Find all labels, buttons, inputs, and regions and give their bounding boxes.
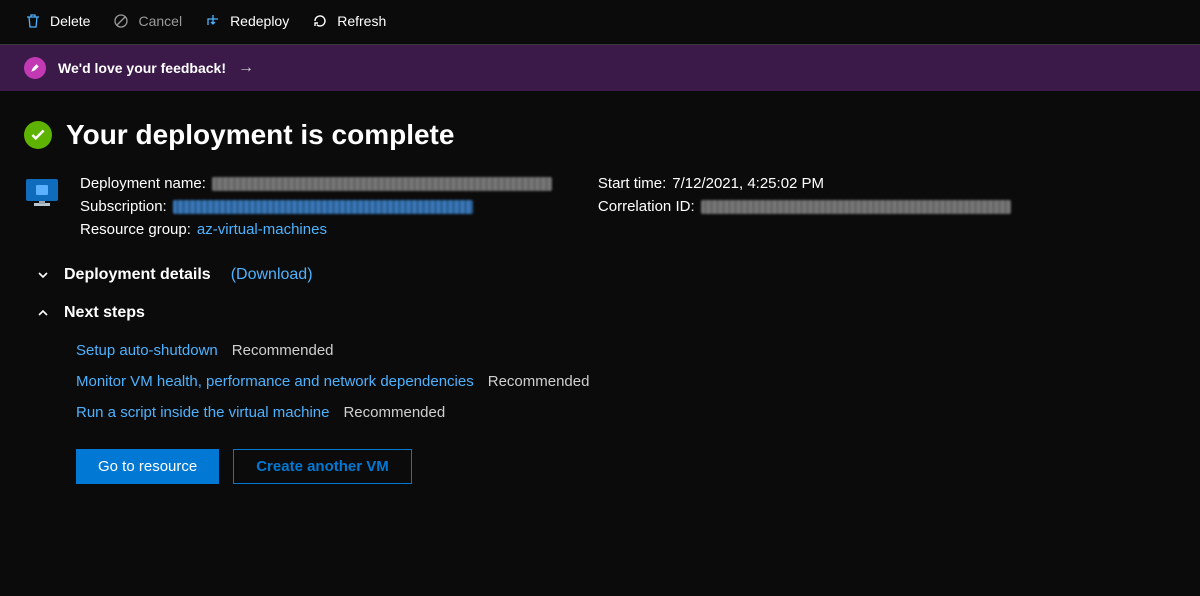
list-item: Monitor VM health, performance and netwo… — [76, 373, 1176, 390]
overview-right-column: Start time: 7/12/2021, 4:25:02 PM Correl… — [598, 175, 1011, 238]
feedback-text: We'd love your feedback! — [58, 60, 226, 76]
list-item: Setup auto-shutdown Recommended — [76, 342, 1176, 359]
overview-columns: Deployment name: Subscription: Resource … — [80, 175, 1176, 238]
setup-auto-shutdown-link[interactable]: Setup auto-shutdown — [76, 342, 218, 359]
recommended-hint: Recommended — [488, 373, 590, 390]
recommended-hint: Recommended — [343, 404, 445, 421]
deployment-name-label: Deployment name: — [80, 175, 206, 192]
recommended-hint: Recommended — [232, 342, 334, 359]
run-script-link[interactable]: Run a script inside the virtual machine — [76, 404, 329, 421]
subscription-label: Subscription: — [80, 198, 167, 215]
deployment-details-section: Deployment details (Download) — [24, 266, 1176, 284]
action-buttons: Go to resource Create another VM — [76, 449, 1176, 484]
start-time-value: 7/12/2021, 4:25:02 PM — [672, 175, 824, 192]
deployment-name-row: Deployment name: — [80, 175, 552, 192]
arrow-right-icon: → — [238, 59, 254, 77]
vm-icon — [24, 177, 60, 209]
delete-label: Delete — [50, 13, 90, 29]
refresh-icon — [311, 12, 329, 30]
correlation-id-row: Correlation ID: — [598, 198, 1011, 215]
cancel-label: Cancel — [138, 13, 182, 29]
next-steps-section: Next steps Setup auto-shutdown Recommend… — [24, 304, 1176, 484]
correlation-id-label: Correlation ID: — [598, 198, 695, 215]
overview-left-column: Deployment name: Subscription: Resource … — [80, 175, 552, 238]
start-time-label: Start time: — [598, 175, 666, 192]
deployment-overview: Deployment name: Subscription: Resource … — [24, 175, 1176, 238]
resource-group-row: Resource group: az-virtual-machines — [80, 221, 552, 238]
start-time-row: Start time: 7/12/2021, 4:25:02 PM — [598, 175, 1011, 192]
download-link[interactable]: (Download) — [231, 266, 313, 284]
deployment-name-value-redacted — [212, 177, 552, 191]
refresh-label: Refresh — [337, 13, 386, 29]
delete-button[interactable]: Delete — [24, 12, 90, 30]
feedback-rocket-icon — [24, 57, 46, 79]
go-to-resource-button[interactable]: Go to resource — [76, 449, 219, 484]
toolbar: Delete Cancel Redeploy Refresh — [0, 0, 1200, 45]
heading-row: Your deployment is complete — [24, 119, 1176, 151]
redeploy-icon — [204, 12, 222, 30]
subscription-row: Subscription: — [80, 198, 552, 215]
trash-icon — [24, 12, 42, 30]
feedback-banner[interactable]: We'd love your feedback! → — [0, 45, 1200, 91]
deployment-details-label: Deployment details — [64, 266, 211, 284]
list-item: Run a script inside the virtual machine … — [76, 404, 1176, 421]
create-another-vm-button[interactable]: Create another VM — [233, 449, 412, 484]
main-content: Your deployment is complete Deployment n… — [0, 91, 1200, 508]
page-title: Your deployment is complete — [66, 119, 454, 151]
redeploy-button[interactable]: Redeploy — [204, 12, 289, 30]
chevron-up-icon — [36, 307, 50, 319]
cancel-button: Cancel — [112, 12, 182, 30]
monitor-vm-link[interactable]: Monitor VM health, performance and netwo… — [76, 373, 474, 390]
next-steps-toggle[interactable]: Next steps — [24, 304, 1176, 322]
next-steps-list: Setup auto-shutdown Recommended Monitor … — [76, 342, 1176, 421]
deployment-details-toggle[interactable]: Deployment details (Download) — [24, 266, 1176, 284]
cancel-icon — [112, 12, 130, 30]
refresh-button[interactable]: Refresh — [311, 12, 386, 30]
success-check-icon — [24, 121, 52, 149]
chevron-down-icon — [36, 269, 50, 281]
resource-group-label: Resource group: — [80, 221, 191, 238]
correlation-id-value-redacted — [701, 200, 1011, 214]
resource-group-link[interactable]: az-virtual-machines — [197, 221, 327, 238]
redeploy-label: Redeploy — [230, 13, 289, 29]
subscription-value-redacted[interactable] — [173, 200, 473, 214]
next-steps-label: Next steps — [64, 304, 145, 322]
